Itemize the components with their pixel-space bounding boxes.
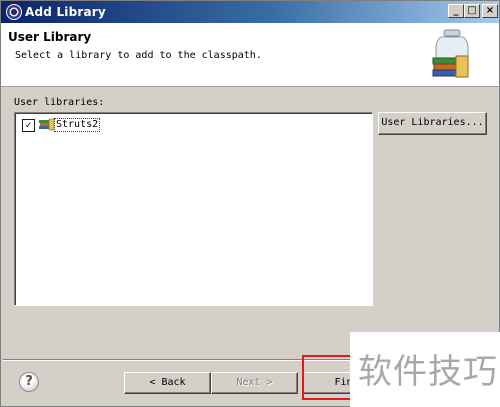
user-libraries-label: User libraries: bbox=[14, 97, 105, 108]
next-button: Next > bbox=[211, 372, 298, 394]
wizard-banner: User Library Select a library to add to … bbox=[1, 23, 499, 87]
window-title: Add Library bbox=[25, 5, 106, 19]
eclipse-icon bbox=[6, 4, 22, 20]
user-libraries-button[interactable]: User Libraries... bbox=[378, 112, 487, 135]
help-icon[interactable]: ? bbox=[19, 372, 39, 392]
library-jar-icon bbox=[432, 29, 469, 78]
close-button[interactable]: × bbox=[482, 4, 498, 18]
library-icon bbox=[39, 118, 55, 131]
title-bar[interactable]: Add Library _ □ × bbox=[1, 1, 499, 23]
user-libraries-list[interactable]: ✓ Struts2 bbox=[14, 112, 373, 306]
banner-description: Select a library to add to the classpath… bbox=[15, 50, 262, 61]
library-checkbox[interactable]: ✓ bbox=[22, 119, 35, 132]
minimize-button[interactable]: _ bbox=[448, 4, 464, 18]
back-button[interactable]: < Back bbox=[124, 372, 211, 394]
library-label: Struts2 bbox=[54, 118, 101, 132]
watermark-text: 软件技巧 bbox=[358, 352, 498, 392]
add-library-dialog: Add Library _ □ × User Library Select a … bbox=[0, 0, 500, 407]
maximize-button[interactable]: □ bbox=[464, 4, 480, 18]
banner-title: User Library bbox=[8, 30, 92, 44]
watermark: 软件技巧 bbox=[350, 332, 500, 407]
